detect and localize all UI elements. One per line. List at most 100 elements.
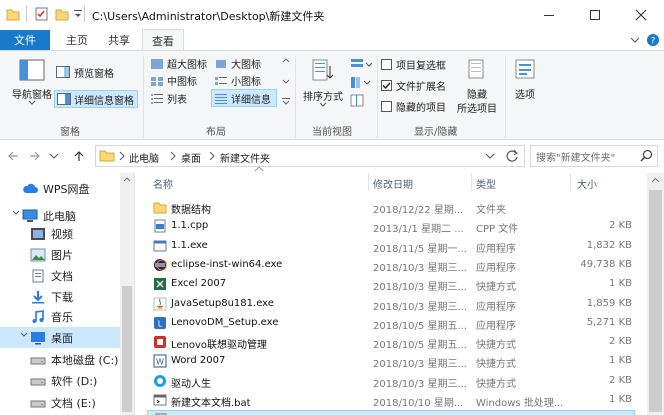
up-button[interactable] — [72, 149, 86, 163]
address-bar[interactable] — [95, 145, 525, 167]
hidden-items-checkbox[interactable] — [381, 101, 392, 112]
table-row[interactable]: 数据结构 2018/12/22 星期... 文件夹 — [147, 198, 635, 217]
table-row[interactable]: JavaSetup8u181.exe 2018/10/3 星期三... 应用程序 1,… — [147, 295, 635, 314]
add-columns-icon — [351, 77, 371, 88]
properties-icon[interactable] — [35, 7, 49, 21]
recent-locations-button[interactable] — [49, 152, 59, 160]
music-icon — [30, 309, 46, 324]
table-row[interactable]: 驱动人生 2018/10/3 星期三... 快捷方式 2 KB — [147, 372, 635, 391]
desktop-icon — [30, 331, 46, 345]
column-header-type[interactable]: 类型 — [476, 176, 496, 191]
svg-text:L: L — [158, 319, 163, 328]
expand-chevron-icon[interactable] — [20, 331, 28, 339]
close-icon — [635, 9, 647, 21]
file-name: 驱动人生 — [171, 378, 211, 390]
collapse-ribbon-icon[interactable] — [630, 35, 640, 45]
column-header-size[interactable]: 大小 — [577, 176, 597, 191]
new-folder-icon[interactable] — [55, 7, 69, 21]
show-hide-group-label: 显示/隐藏 — [414, 127, 458, 138]
close-button[interactable] — [618, 0, 664, 30]
maximize-button[interactable] — [572, 0, 618, 30]
sort-by-button[interactable]: 排序方式 — [300, 56, 346, 118]
tab-file[interactable]: 文件 — [0, 30, 50, 50]
scroll-up-icon[interactable] — [123, 176, 131, 182]
refresh-icon — [506, 149, 518, 162]
nav-item-label: 图片 — [51, 248, 73, 262]
nav-item[interactable]: 桌面 — [0, 327, 120, 348]
tab-view[interactable]: 查看 — [142, 29, 184, 51]
table-row[interactable]: Excel 2007 2018/10/3 星期三... 快捷方式 1 KB — [147, 275, 635, 294]
nav-item-label: 文档 — [51, 269, 73, 283]
hide-selected-button[interactable]: 隐藏 所选项目 — [452, 56, 502, 118]
tab-home[interactable]: 主页 — [58, 30, 96, 50]
layout-more-button[interactable] — [281, 56, 291, 108]
chevron-down-icon — [319, 102, 327, 107]
nav-item-label: 视频 — [51, 227, 73, 241]
expand-chevron-icon[interactable] — [12, 209, 20, 217]
breadcrumb-separator-icon[interactable] — [208, 151, 216, 161]
file-date: 2018/11/5 星期一... — [373, 243, 467, 255]
table-row[interactable]: eclipse-inst-win64.exe 2018/10/3 星期三... 应用… — [147, 256, 635, 275]
table-row[interactable]: L LenovoDM_Setup.exe 2018/10/5 星期五... 应用程序 5… — [147, 314, 635, 333]
options-button[interactable]: 选项 — [509, 56, 541, 118]
file-name: Word 2007 — [171, 355, 226, 367]
column-header-date[interactable]: 修改日期 — [373, 176, 413, 191]
table-row[interactable]: Lenovo联想驱动管理 2018/10/5 星期五... 快捷方式 2 KB — [147, 333, 635, 352]
chevron-down-icon — [49, 153, 59, 159]
file-name: 1.1.exe — [171, 239, 208, 251]
address-history-button[interactable] — [485, 152, 495, 160]
drive-icon — [30, 396, 46, 410]
layout-extra-large-icons[interactable]: 超大图标 — [150, 56, 212, 71]
file-extensions-checkbox[interactable] — [381, 80, 392, 91]
table-row[interactable]: 新建文本文档.bat 2018/10/10 星期... Windows 批处理...… — [147, 391, 635, 410]
breadcrumb-separator-icon[interactable] — [118, 151, 126, 161]
breadcrumb-new-folder[interactable]: 新建文件夹 — [220, 150, 270, 165]
refresh-button[interactable] — [505, 149, 519, 163]
word-icon: W — [153, 354, 167, 368]
file-list-scrollbar-thumb[interactable] — [649, 190, 662, 412]
file-date: 2018/10/10 星期... — [373, 398, 464, 409]
file-type: CPP 文件 — [476, 224, 519, 236]
table-row[interactable]: 1.1.cpp 2013/1/1 星期二 ... CPP 文件 2 KB — [147, 217, 635, 236]
search-icon[interactable] — [640, 149, 653, 162]
table-row[interactable]: W Word 2007 2018/10/3 星期三... 快捷方式 1 KB — [147, 352, 635, 371]
navigation-pane-button[interactable]: 导航窗格 — [8, 56, 56, 118]
scroll-up-icon[interactable] — [651, 177, 660, 183]
tab-share[interactable]: 共享 — [100, 30, 138, 50]
layout-large-icons[interactable]: 大图标 — [214, 56, 274, 71]
minimize-button[interactable] — [526, 0, 572, 30]
file-extensions-toggle[interactable]: 文件扩展名 — [381, 78, 461, 93]
driver-icon — [153, 374, 167, 388]
hidden-items-toggle[interactable]: 隐藏的项目 — [381, 99, 461, 114]
file-date: 2018/10/3 星期三... — [373, 359, 467, 371]
java-icon — [153, 297, 167, 311]
back-button[interactable] — [6, 149, 20, 163]
size-columns-button[interactable] — [350, 94, 372, 108]
table-row[interactable]: 新建文本文档.txt2019/1/23 星期三...文本文档0 KB — [147, 410, 635, 415]
window-title: C:\Users\Administrator\Desktop\新建文件夹 — [92, 10, 325, 23]
file-size: 1 KB — [609, 394, 632, 405]
layout-details[interactable]: 详细信息 — [211, 89, 277, 107]
column-header-name[interactable]: 名称 — [153, 176, 173, 191]
layout-group-label: 布局 — [206, 127, 226, 138]
details-pane-button[interactable]: 详细信息窗格 — [54, 90, 138, 108]
breadcrumb-separator-icon[interactable] — [169, 151, 177, 161]
forward-button[interactable] — [28, 149, 42, 163]
preview-pane-icon — [56, 66, 70, 78]
item-checkboxes-checkbox[interactable] — [381, 59, 392, 70]
preview-pane-button[interactable]: 预览窗格 — [56, 64, 138, 80]
lenovo-shortcut-icon — [153, 335, 167, 349]
navigation-scrollbar-thumb[interactable] — [122, 286, 132, 412]
layout-small-icons[interactable]: 小图标 — [214, 73, 274, 88]
picture-icon — [30, 248, 46, 262]
breadcrumb-this-pc[interactable]: 此电脑 — [129, 150, 159, 165]
add-columns-button[interactable] — [350, 76, 372, 90]
help-icon[interactable]: ? — [646, 33, 660, 47]
item-checkboxes-toggle[interactable]: 项目复选框 — [381, 57, 461, 72]
group-by-button[interactable] — [350, 58, 372, 72]
breadcrumb-desktop[interactable]: 桌面 — [181, 150, 201, 165]
customize-qat-icon[interactable] — [73, 8, 83, 20]
table-row[interactable]: 1.1.exe 2018/11/5 星期一... 应用程序 1,832 KB — [147, 237, 635, 256]
layout-medium-icons[interactable]: 中图标 — [150, 73, 212, 88]
layout-list[interactable]: 列表 — [150, 90, 208, 106]
